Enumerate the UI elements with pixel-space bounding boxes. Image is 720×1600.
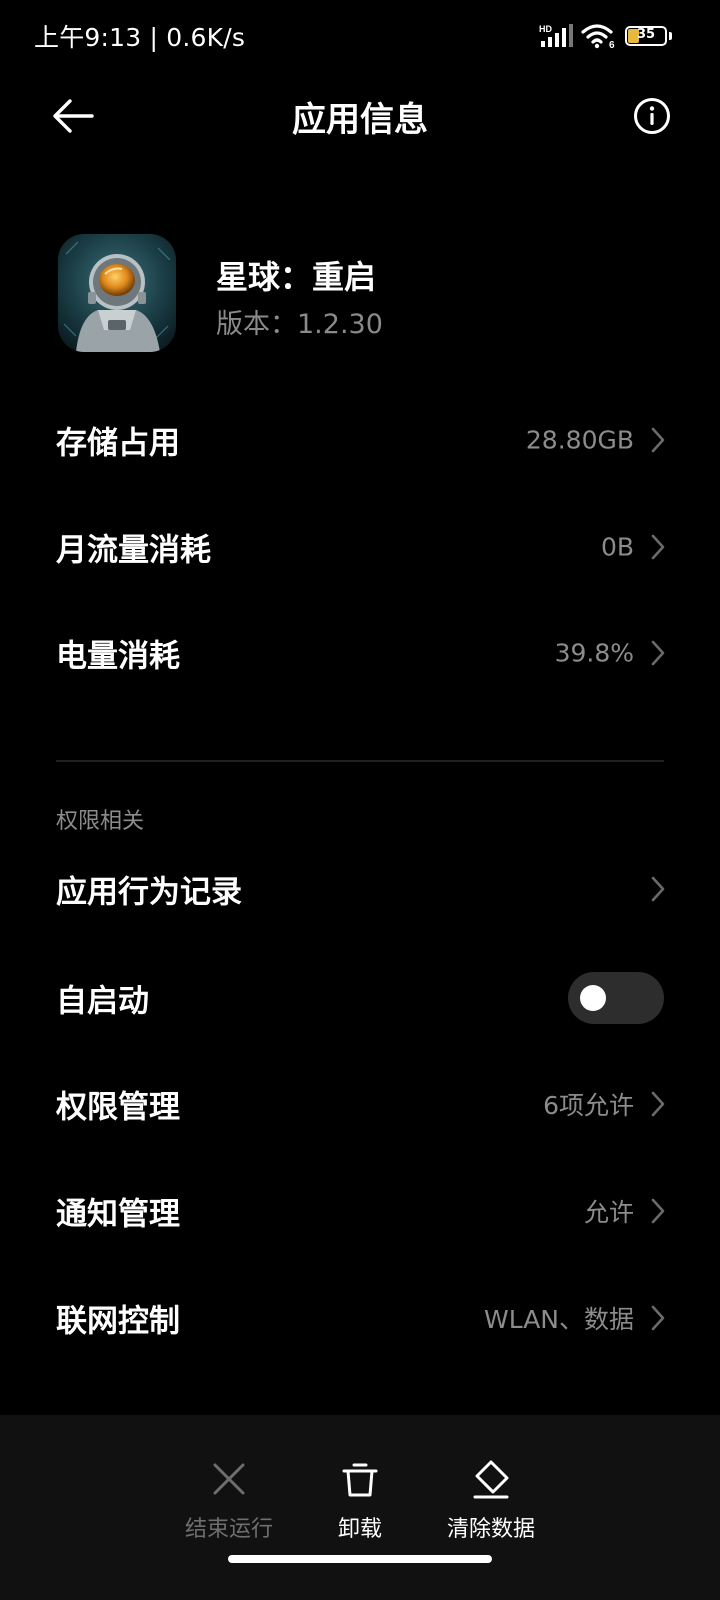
eraser-icon [473, 1460, 509, 1499]
chevron-right-icon [651, 534, 665, 560]
info-icon [634, 98, 670, 134]
chevron-right-icon [651, 640, 665, 666]
home-indicator[interactable] [228, 1555, 492, 1563]
row-value: 39.8% [554, 638, 634, 668]
data-usage-row[interactable]: 月流量消耗 0B [0, 493, 720, 601]
status-time: 上午9:13 | 0.6K/s [34, 23, 246, 52]
top-bar: 应用信息 [0, 72, 720, 160]
behavior-record-row[interactable]: 应用行为记录 [0, 835, 720, 943]
row-label: 电量消耗 [56, 638, 180, 675]
row-value: 允许 [583, 1198, 634, 1227]
wifi-icon: 6 [581, 24, 615, 49]
cellular-signal-icon: HD [539, 24, 573, 47]
battery-usage-row[interactable]: 电量消耗 39.8% [0, 599, 720, 707]
network-control-row[interactable]: 联网控制 WLAN、数据 [0, 1264, 720, 1372]
permission-management-row[interactable]: 权限管理 6项允许 [0, 1050, 720, 1158]
row-label: 自启动 [56, 983, 149, 1020]
app-icon [58, 234, 176, 352]
autostart-row: 自启动 [0, 944, 720, 1052]
chevron-right-icon [651, 427, 665, 453]
page-title: 应用信息 [292, 100, 428, 140]
row-value: 0B [600, 532, 634, 562]
autostart-toggle[interactable] [568, 972, 664, 1024]
row-label: 存储占用 [56, 425, 180, 462]
chevron-right-icon [651, 1198, 665, 1224]
clear-data-label: 清除数据 [446, 1517, 535, 1542]
row-label: 权限管理 [56, 1089, 180, 1126]
row-label: 月流量消耗 [56, 532, 211, 569]
clear-data-button[interactable]: 清除数据 [421, 1457, 561, 1547]
section-title-permissions: 权限相关 [56, 809, 145, 834]
battery-icon: 35 [625, 26, 667, 46]
close-icon [213, 1463, 245, 1495]
row-label: 联网控制 [56, 1303, 180, 1340]
row-value: 28.80GB [525, 425, 634, 455]
storage-row[interactable]: 存储占用 28.80GB [0, 386, 720, 494]
force-stop-label: 结束运行 [184, 1517, 273, 1542]
section-divider [56, 760, 664, 762]
status-bar: 上午9:13 | 0.6K/s HD 6 35 [0, 0, 720, 72]
chevron-right-icon [651, 876, 665, 902]
battery-tip [669, 32, 672, 40]
app-name: 星球：重启 [216, 258, 377, 296]
wifi-badge: 6 [609, 40, 615, 49]
status-icons: HD 6 35 [539, 22, 672, 50]
row-label: 应用行为记录 [56, 874, 242, 911]
notification-management-row[interactable]: 通知管理 允许 [0, 1157, 720, 1265]
force-stop-button[interactable]: 结束运行 [159, 1457, 299, 1547]
trash-icon [342, 1463, 378, 1497]
app-version: 版本：1.2.30 [216, 309, 383, 340]
uninstall-button[interactable]: 卸载 [290, 1457, 430, 1547]
row-value: WLAN、数据 [483, 1305, 634, 1334]
chevron-right-icon [651, 1091, 665, 1117]
toggle-knob [580, 985, 606, 1011]
network-badge: HD [539, 24, 552, 34]
app-header: 星球：重启 版本：1.2.30 [58, 234, 678, 354]
row-label: 通知管理 [56, 1196, 180, 1233]
astronaut-app-icon [58, 234, 176, 352]
uninstall-label: 卸载 [337, 1517, 382, 1542]
bottom-action-bar: 结束运行 卸载 清除数据 [0, 1415, 720, 1600]
info-button[interactable] [626, 90, 678, 142]
chevron-right-icon [651, 1305, 665, 1331]
battery-level: 35 [636, 27, 656, 42]
row-value: 6项允许 [543, 1091, 634, 1120]
